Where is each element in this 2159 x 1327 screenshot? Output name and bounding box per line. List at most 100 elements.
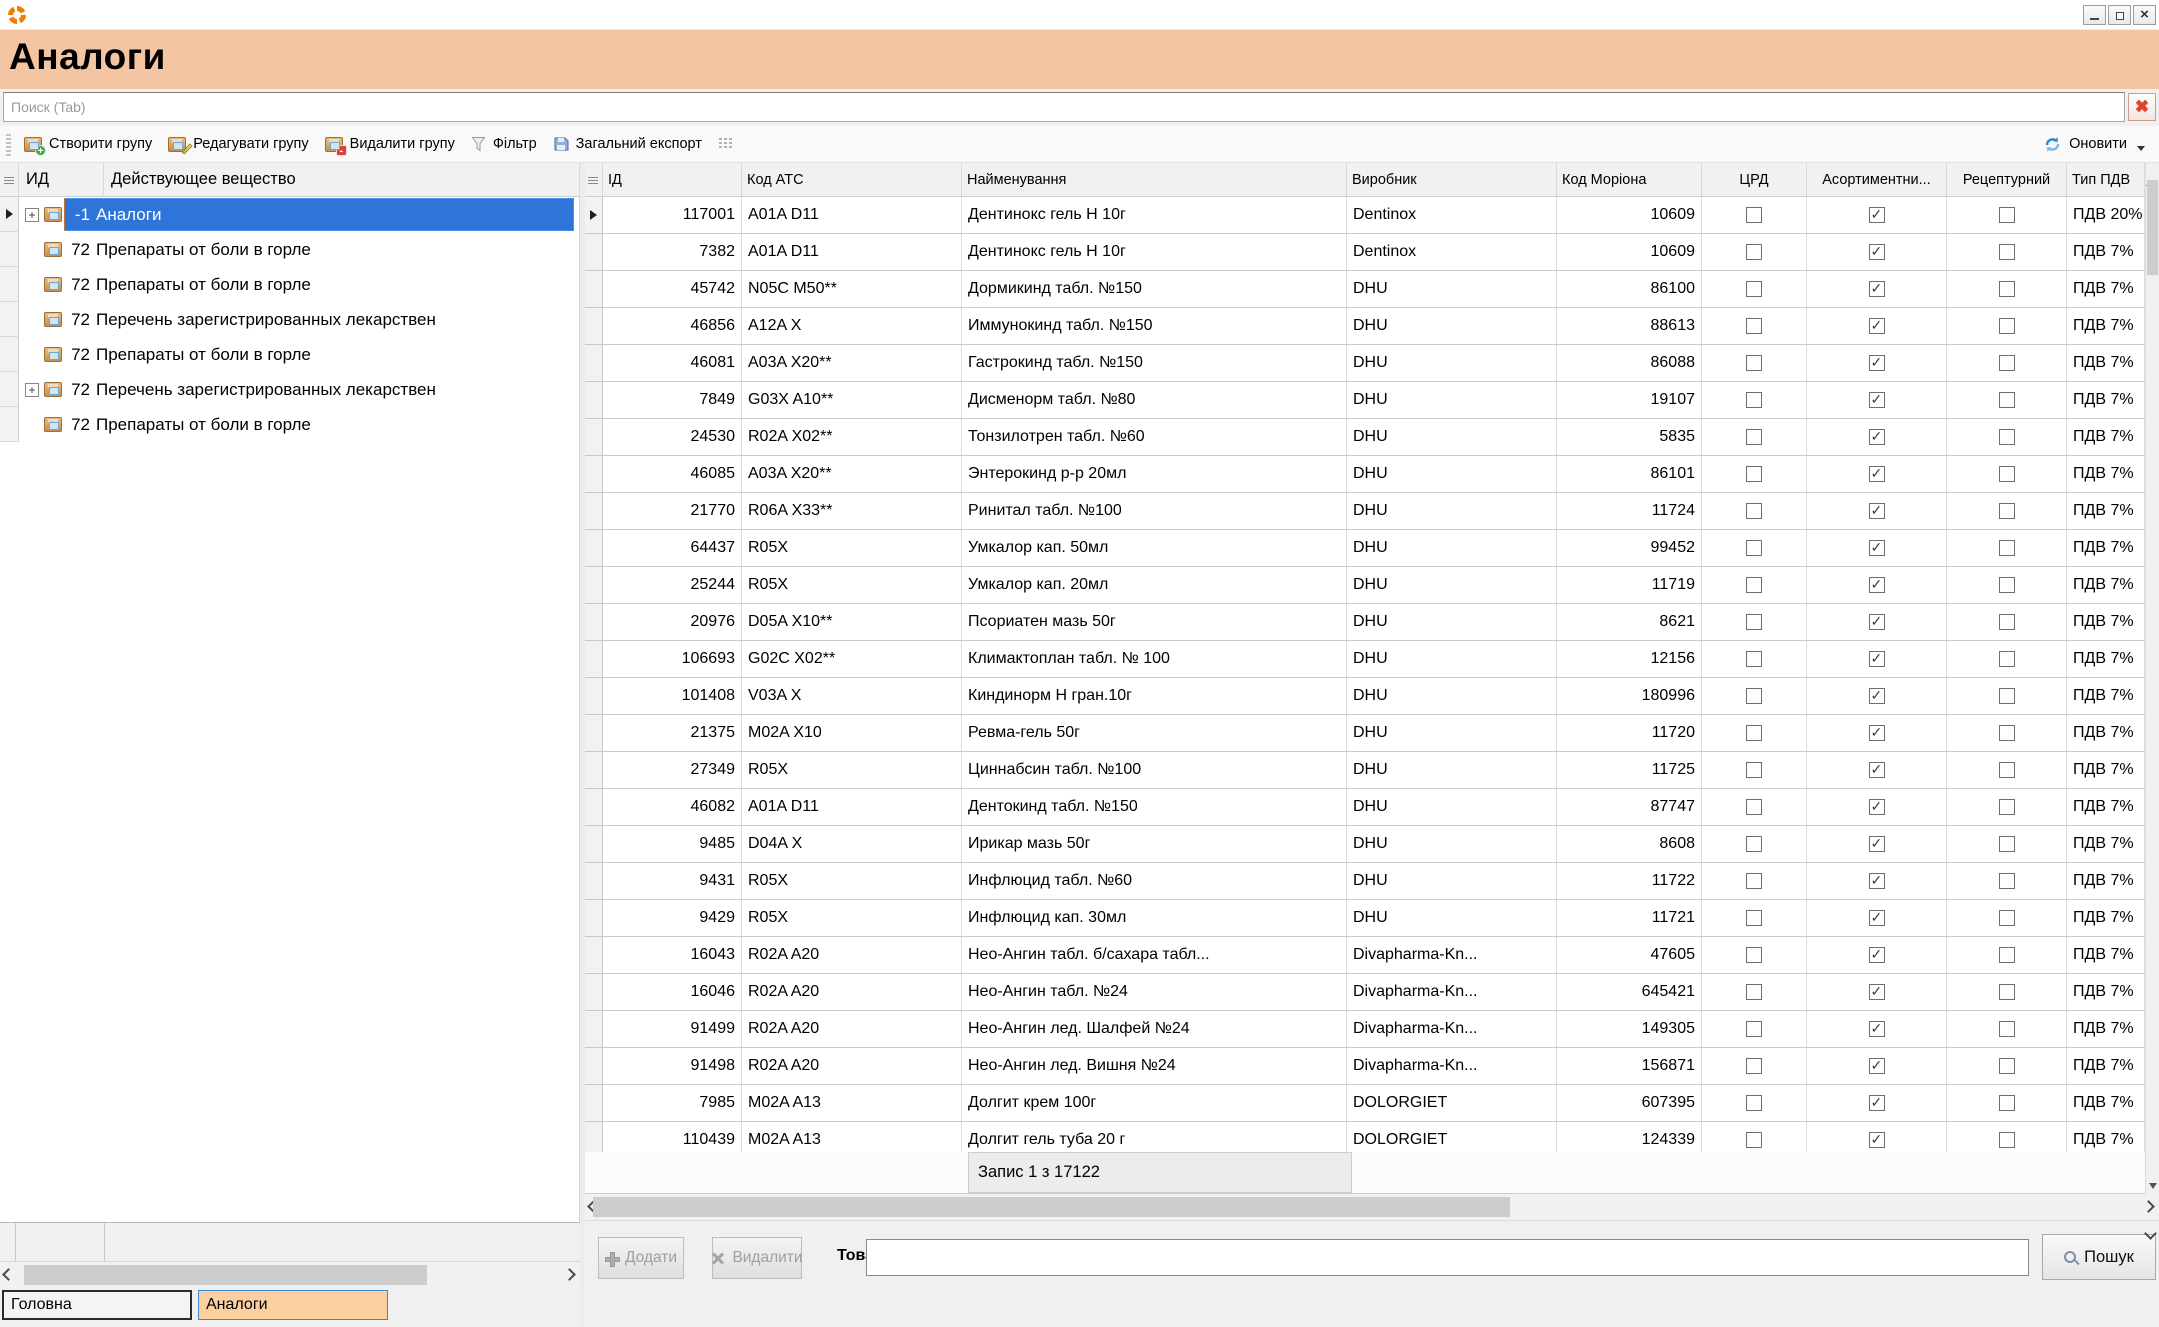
- tree-item[interactable]: -1 Аналоги: [64, 198, 574, 231]
- column-header-id[interactable]: ІД: [603, 163, 742, 196]
- crd-checkbox[interactable]: [1746, 910, 1762, 926]
- prescription-checkbox[interactable]: [1999, 577, 2015, 593]
- assortment-checkbox[interactable]: [1869, 762, 1885, 778]
- prescription-checkbox[interactable]: [1999, 429, 2015, 445]
- prescription-checkbox[interactable]: [1999, 1058, 2015, 1074]
- assortment-checkbox[interactable]: [1869, 688, 1885, 704]
- table-row[interactable]: 21375 M02A X10 Ревма-гель 50г DHU 11720 …: [585, 715, 2145, 752]
- bottom-tab[interactable]: Аналоги: [198, 1290, 388, 1320]
- clear-search-button[interactable]: ✖: [2128, 93, 2156, 121]
- tree-row[interactable]: 72 Перечень зарегистрированных лекарстве…: [0, 302, 579, 337]
- chevron-down-icon[interactable]: [2137, 146, 2145, 151]
- column-header-prescription[interactable]: Рецептурний: [1947, 163, 2067, 196]
- table-row[interactable]: 27349 R05X Циннабсин табл. №100 DHU 1172…: [585, 752, 2145, 789]
- assortment-checkbox[interactable]: [1869, 540, 1885, 556]
- table-row[interactable]: 21770 R06A X33** Ринитал табл. №100 DHU …: [585, 493, 2145, 530]
- prescription-checkbox[interactable]: [1999, 688, 2015, 704]
- assortment-checkbox[interactable]: [1869, 1058, 1885, 1074]
- scroll-right-icon[interactable]: [2142, 1200, 2155, 1213]
- crd-checkbox[interactable]: [1746, 577, 1762, 593]
- crd-checkbox[interactable]: [1746, 1058, 1762, 1074]
- crd-checkbox[interactable]: [1746, 392, 1762, 408]
- assortment-checkbox[interactable]: [1869, 503, 1885, 519]
- tree-row[interactable]: 72 Препараты от боли в горле: [0, 337, 579, 372]
- prescription-checkbox[interactable]: [1999, 984, 2015, 1000]
- refresh-button[interactable]: Оновити: [2035, 132, 2159, 157]
- crd-checkbox[interactable]: [1746, 1021, 1762, 1037]
- table-row[interactable]: 101408 V03A X Киндинорм Н гран.10г DHU 1…: [585, 678, 2145, 715]
- create-group-button[interactable]: + Створити групу: [16, 132, 160, 156]
- scroll-left-icon[interactable]: [2, 1268, 15, 1281]
- crd-checkbox[interactable]: [1746, 688, 1762, 704]
- assortment-checkbox[interactable]: [1869, 651, 1885, 667]
- assortment-checkbox[interactable]: [1869, 577, 1885, 593]
- table-row[interactable]: 106693 G02C X02** Климактоплан табл. № 1…: [585, 641, 2145, 678]
- assortment-checkbox[interactable]: [1869, 207, 1885, 223]
- crd-checkbox[interactable]: [1746, 947, 1762, 963]
- tree-row[interactable]: 72 Перечень зарегистрированных лекарстве…: [0, 372, 579, 407]
- assortment-checkbox[interactable]: [1869, 614, 1885, 630]
- assortment-checkbox[interactable]: [1869, 836, 1885, 852]
- tree-row[interactable]: 72 Препараты от боли в горле: [0, 407, 579, 442]
- assortment-checkbox[interactable]: [1869, 281, 1885, 297]
- search-input[interactable]: [3, 92, 2125, 122]
- prescription-checkbox[interactable]: [1999, 207, 2015, 223]
- assortment-checkbox[interactable]: [1869, 392, 1885, 408]
- tree-item[interactable]: 72 Перечень зарегистрированных лекарстве…: [64, 373, 574, 406]
- tree-horizontal-scrollbar[interactable]: [0, 1262, 580, 1288]
- tree-item[interactable]: 72 Препараты от боли в горле: [64, 268, 574, 301]
- prescription-checkbox[interactable]: [1999, 651, 2015, 667]
- crd-checkbox[interactable]: [1746, 1095, 1762, 1111]
- assortment-checkbox[interactable]: [1869, 1021, 1885, 1037]
- prescription-checkbox[interactable]: [1999, 355, 2015, 371]
- column-header-atc[interactable]: Код АТС: [742, 163, 962, 196]
- table-row[interactable]: 117001 A01A D11 Дентинокс гель Н 10г Den…: [585, 197, 2145, 234]
- prescription-checkbox[interactable]: [1999, 799, 2015, 815]
- crd-checkbox[interactable]: [1746, 799, 1762, 815]
- crd-checkbox[interactable]: [1746, 651, 1762, 667]
- prescription-checkbox[interactable]: [1999, 725, 2015, 741]
- column-chooser-button[interactable]: [710, 133, 740, 155]
- tree-item[interactable]: 72 Препараты от боли в горле: [64, 408, 574, 441]
- crd-checkbox[interactable]: [1746, 762, 1762, 778]
- delete-button[interactable]: Видалити: [712, 1237, 802, 1279]
- table-row[interactable]: 7985 M02A A13 Долгит крем 100г DOLORGIET…: [585, 1085, 2145, 1122]
- crd-checkbox[interactable]: [1746, 540, 1762, 556]
- table-row[interactable]: 7382 A01A D11 Дентинокс гель Н 10г Denti…: [585, 234, 2145, 271]
- crd-checkbox[interactable]: [1746, 207, 1762, 223]
- crd-checkbox[interactable]: [1746, 318, 1762, 334]
- prescription-checkbox[interactable]: [1999, 873, 2015, 889]
- expander-icon[interactable]: [25, 383, 39, 397]
- table-row[interactable]: 64437 R05X Умкалор кап. 50мл DHU 99452 П…: [585, 530, 2145, 567]
- prescription-checkbox[interactable]: [1999, 947, 2015, 963]
- tree-item[interactable]: 72 Препараты от боли в горле: [64, 233, 574, 266]
- table-row[interactable]: 45742 N05C M50** Дормикинд табл. №150 DH…: [585, 271, 2145, 308]
- table-row[interactable]: 9485 D04A X Ирикар мазь 50г DHU 8608 ПДВ…: [585, 826, 2145, 863]
- assortment-checkbox[interactable]: [1869, 947, 1885, 963]
- tree-column-header-id[interactable]: ИД: [19, 163, 104, 196]
- edit-group-button[interactable]: Редагувати групу: [160, 132, 316, 156]
- assortment-checkbox[interactable]: [1869, 318, 1885, 334]
- prescription-checkbox[interactable]: [1999, 1095, 2015, 1111]
- column-header-vat[interactable]: Тип ПДВ: [2067, 163, 2145, 196]
- assortment-checkbox[interactable]: [1869, 244, 1885, 260]
- restore-button[interactable]: [2108, 5, 2131, 25]
- table-row[interactable]: 9431 R05X Инфлюцид табл. №60 DHU 11722 П…: [585, 863, 2145, 900]
- table-row[interactable]: 20976 D05A X10** Псориатен мазь 50г DHU …: [585, 604, 2145, 641]
- column-header-name[interactable]: Найменування: [962, 163, 1347, 196]
- assortment-checkbox[interactable]: [1869, 429, 1885, 445]
- prescription-checkbox[interactable]: [1999, 503, 2015, 519]
- crd-checkbox[interactable]: [1746, 244, 1762, 260]
- crd-checkbox[interactable]: [1746, 836, 1762, 852]
- table-row[interactable]: 25244 R05X Умкалор кап. 20мл DHU 11719 П…: [585, 567, 2145, 604]
- crd-checkbox[interactable]: [1746, 1132, 1762, 1148]
- table-row[interactable]: 16046 R02A A20 Нео-Ангин табл. №24 Divap…: [585, 974, 2145, 1011]
- scroll-right-icon[interactable]: [563, 1268, 576, 1281]
- assortment-checkbox[interactable]: [1869, 873, 1885, 889]
- crd-checkbox[interactable]: [1746, 429, 1762, 445]
- add-button[interactable]: Додати: [598, 1237, 684, 1279]
- tree-column-header-substance[interactable]: Действующее вещество: [104, 163, 580, 196]
- tree-corner-cell[interactable]: [0, 163, 19, 196]
- table-row[interactable]: 110439 M02A A13 Долгит гель туба 20 г DO…: [585, 1122, 2145, 1152]
- assortment-checkbox[interactable]: [1869, 725, 1885, 741]
